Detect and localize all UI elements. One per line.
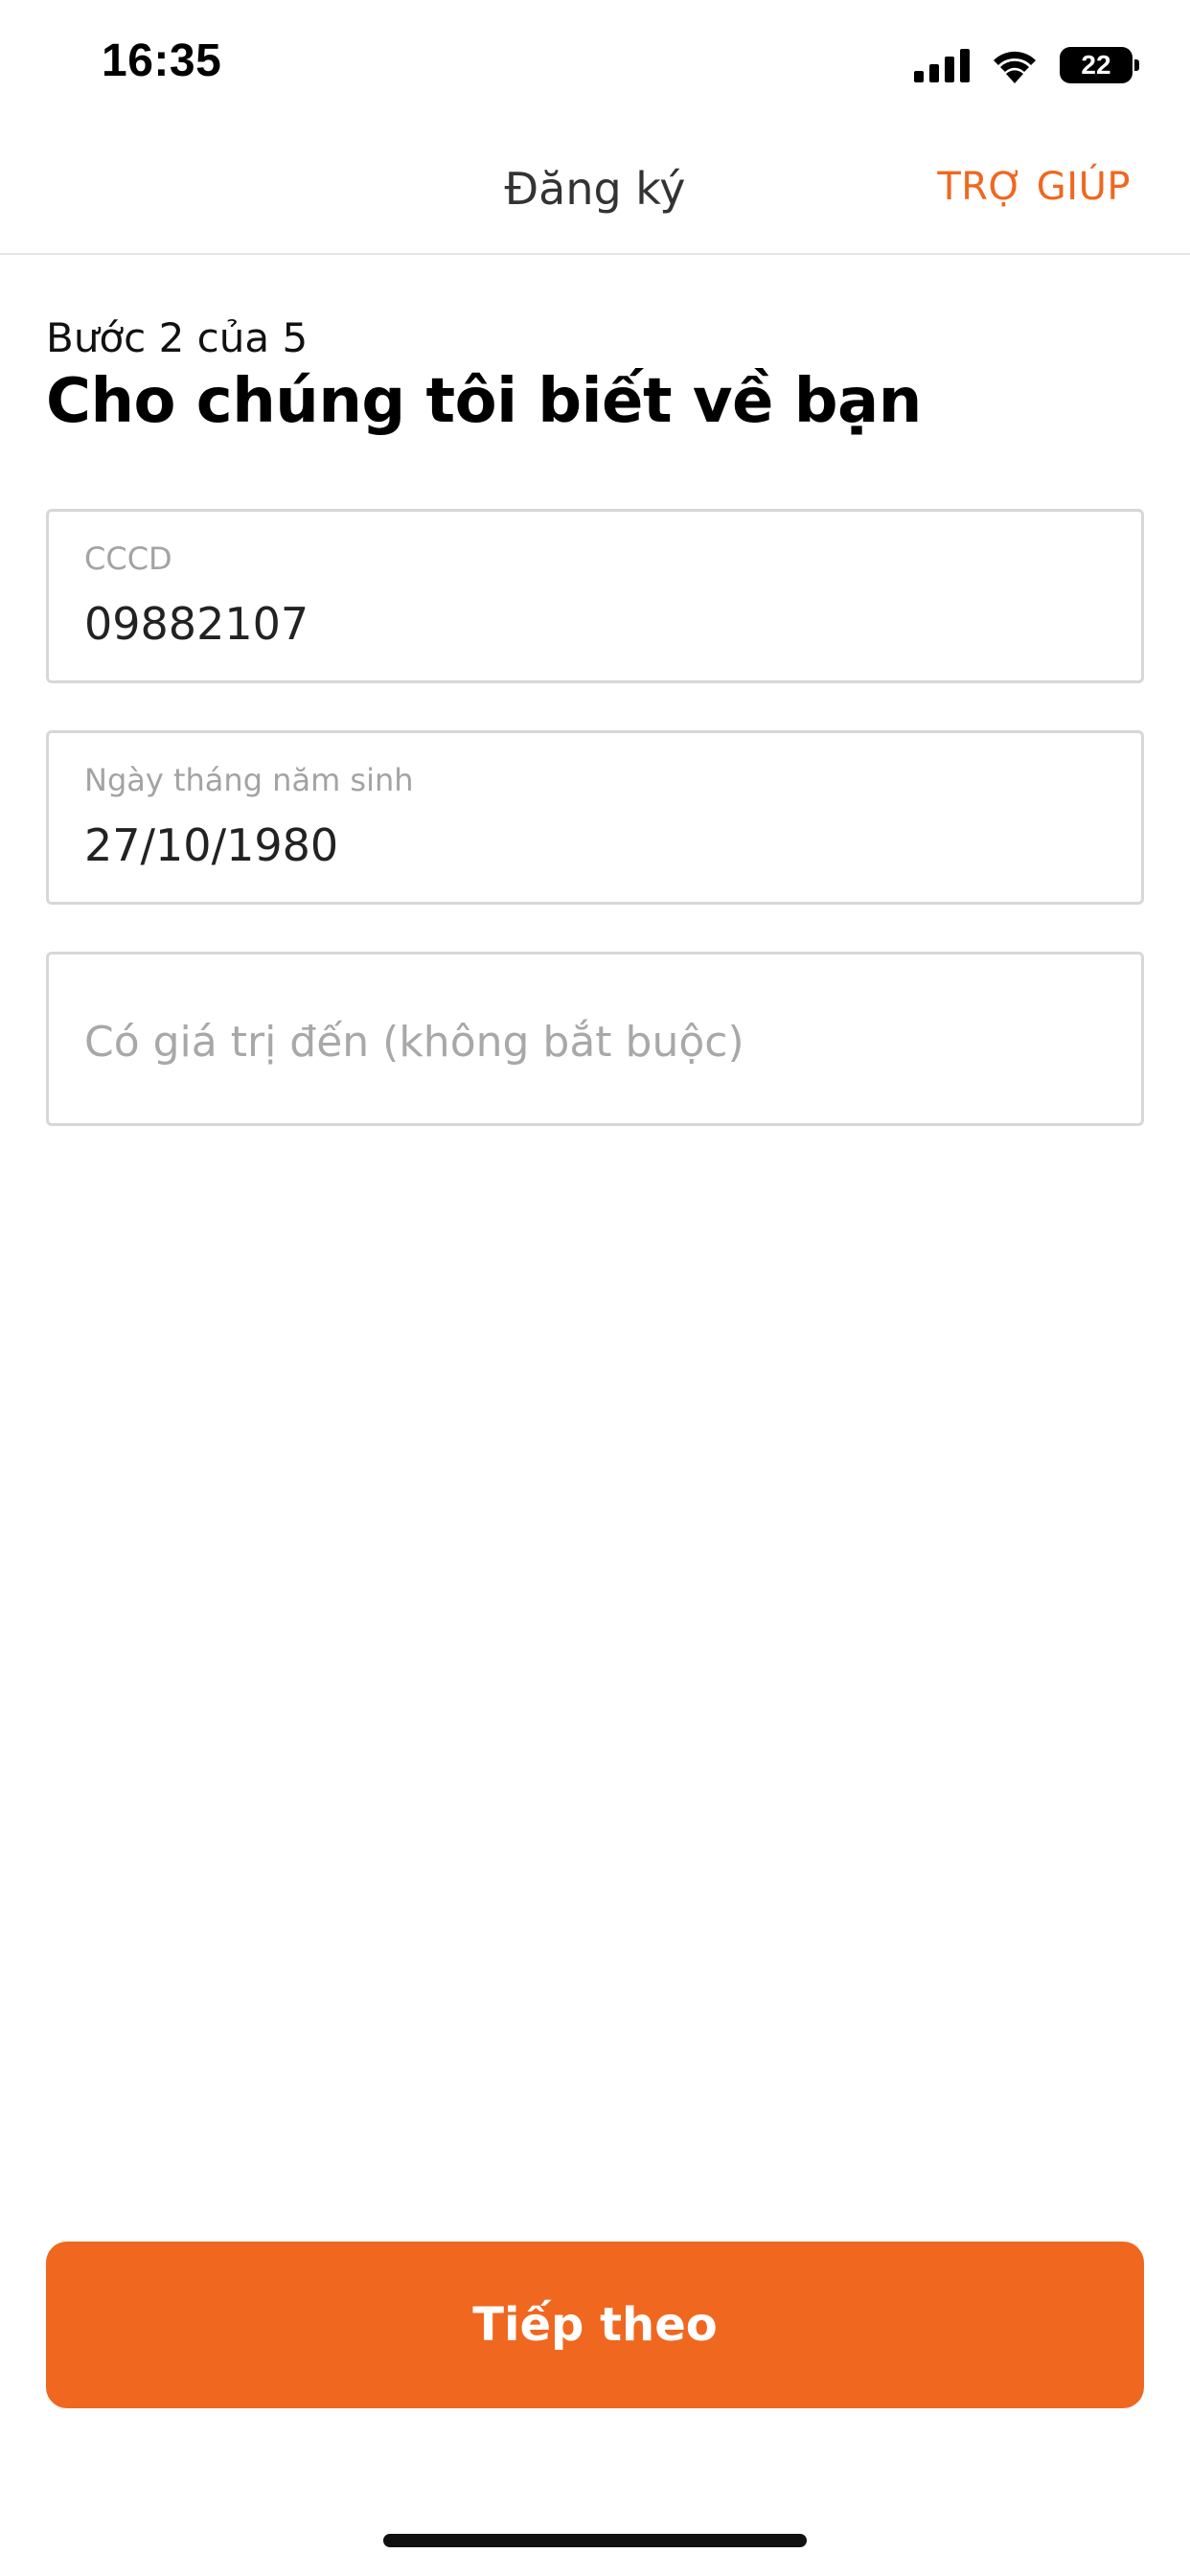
status-bar: 16:35 22 <box>0 0 1190 134</box>
expiry-date-field[interactable]: Có giá trị đến (không bắt buộc) <box>46 952 1144 1126</box>
status-icons: 22 <box>914 44 1139 86</box>
date-of-birth-value: 27/10/1980 <box>84 819 339 871</box>
id-number-label: CCCD <box>84 540 172 577</box>
wifi-icon <box>991 47 1039 83</box>
home-indicator[interactable] <box>383 2534 807 2547</box>
page-title: Cho chúng tôi biết về bạn <box>46 366 922 437</box>
battery-icon: 22 <box>1060 47 1139 83</box>
step-indicator: Bước 2 của 5 <box>46 314 309 361</box>
expiry-date-placeholder: Có giá trị đến (không bắt buộc) <box>84 1018 744 1067</box>
registration-screen: 16:35 22 Đăng ký TRỢ GIÚP Bước 2 của 5 C… <box>0 0 1190 2576</box>
date-of-birth-field[interactable]: Ngày tháng năm sinh 27/10/1980 <box>46 730 1144 905</box>
id-number-value: 09882107 <box>84 598 309 650</box>
help-button[interactable]: TRỢ GIÚP <box>937 165 1131 209</box>
signal-icon <box>914 48 970 82</box>
date-of-birth-label: Ngày tháng năm sinh <box>84 762 414 798</box>
next-button[interactable]: Tiếp theo <box>46 2242 1144 2408</box>
nav-bar: Đăng ký TRỢ GIÚP <box>0 134 1190 255</box>
status-time: 16:35 <box>102 35 222 86</box>
battery-level: 22 <box>1081 50 1111 80</box>
id-number-field[interactable]: CCCD 09882107 <box>46 509 1144 683</box>
